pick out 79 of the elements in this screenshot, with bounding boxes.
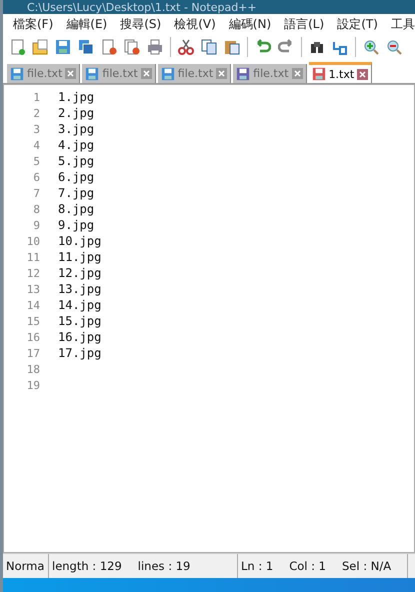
line-number: 14 <box>26 298 41 312</box>
file-tab[interactable]: 1.txt <box>308 62 372 83</box>
code-line: 16.jpg <box>58 330 102 344</box>
line-number: 5 <box>32 154 41 168</box>
zoom-in-icon[interactable] <box>363 39 379 55</box>
code-line: 17.jpg <box>58 346 102 360</box>
line-number: 19 <box>26 378 41 392</box>
code-line: 5.jpg <box>58 154 94 168</box>
doc-type-text: Norma <box>6 559 44 573</box>
line-number: 18 <box>26 362 41 376</box>
folder-icon[interactable] <box>32 39 48 55</box>
menu-item[interactable]: 編碼(N) <box>228 16 272 32</box>
code-line: 14.jpg <box>58 298 102 312</box>
line-number: 17 <box>26 346 41 360</box>
code-line: 1.jpg <box>58 90 94 104</box>
menu-item[interactable]: 編輯(E) <box>66 16 108 32</box>
length-text: length : 129 <box>52 559 122 573</box>
line-number: 2 <box>32 106 41 120</box>
zoom-out-icon[interactable] <box>386 39 402 55</box>
menu-item[interactable]: 搜尋(S) <box>120 16 162 32</box>
close-icon[interactable] <box>140 68 152 79</box>
selection-text: Sel : N/A <box>342 559 392 573</box>
code-line: 10.jpg <box>58 234 102 248</box>
line-number: 9 <box>32 218 41 232</box>
line-number: 6 <box>32 170 41 184</box>
close-icon[interactable] <box>65 68 76 79</box>
code-line: 3.jpg <box>58 122 94 136</box>
code-line: 9.jpg <box>58 218 94 232</box>
copy-icon[interactable] <box>201 39 217 55</box>
code-line: 6.jpg <box>58 170 94 184</box>
code-line: 2.jpg <box>58 106 94 120</box>
scissors-icon[interactable] <box>178 39 194 55</box>
line-number: 10 <box>26 234 41 248</box>
code-line: 11.jpg <box>58 250 102 264</box>
code-line: 13.jpg <box>58 282 102 296</box>
save-all-icon[interactable] <box>78 39 94 55</box>
lines-text: lines : 19 <box>138 559 190 573</box>
code-line: 12.jpg <box>58 266 102 280</box>
code-line: 15.jpg <box>58 314 102 328</box>
redo-icon[interactable] <box>278 39 294 55</box>
line-number: 8 <box>32 202 41 216</box>
menu-item[interactable]: 工具 <box>390 16 415 32</box>
line-number: 15 <box>26 314 41 328</box>
new-file-icon[interactable] <box>9 39 25 55</box>
line-number: 11 <box>26 250 41 264</box>
column-text: Col : 1 <box>289 559 326 573</box>
close-icon[interactable] <box>357 68 368 80</box>
menu-item[interactable]: 語言(L) <box>284 16 324 32</box>
window-title: C:\Users\Lucy\Desktop\1.txt - Notepad++ <box>27 2 257 14</box>
code-line: 4.jpg <box>58 138 94 152</box>
line-number: 12 <box>26 266 41 280</box>
tab-label: 1.txt <box>328 68 354 80</box>
line-number: 16 <box>26 330 41 344</box>
tab-label: file.txt <box>253 67 289 80</box>
line-number: 7 <box>32 186 41 200</box>
menu-item[interactable]: 設定(T) <box>337 16 378 32</box>
line-number: 1 <box>32 90 41 104</box>
tab-label: file.txt <box>102 67 138 80</box>
printer-icon[interactable] <box>147 39 163 55</box>
close-all-icon[interactable] <box>124 39 140 55</box>
save-icon[interactable] <box>55 39 71 55</box>
menu-item[interactable]: 檢視(V) <box>174 16 216 32</box>
undo-icon[interactable] <box>255 39 271 55</box>
tab-label: file.txt <box>178 67 214 80</box>
paste-icon[interactable] <box>224 39 240 55</box>
close-file-icon[interactable] <box>101 39 117 55</box>
close-icon[interactable] <box>292 68 303 79</box>
menu-item[interactable]: 檔案(F) <box>13 16 54 32</box>
text-editor[interactable]: 1 1.jpg 2 2.jpg 3 3.jpg 4 4.jpg 5 5.jpg 6 6.jpg 7 7.jpg 8 8.jpg 9 9.jpg 10 10.jpg 11 11.jpg 12 12.jpg 13 13.jpg 14 14.jpg 15 15.jpg 16 16.jpg 17 17.jpg 18 19 <box>3 84 415 553</box>
code-line: 8.jpg <box>58 202 94 216</box>
binoculars-icon[interactable] <box>309 39 325 55</box>
code-line: 7.jpg <box>58 186 94 200</box>
line-number: 3 <box>32 122 41 136</box>
close-icon[interactable] <box>216 68 228 79</box>
line-position-text: Ln : 1 <box>241 559 274 573</box>
tab-label: file.txt <box>27 67 62 80</box>
line-number: 13 <box>26 282 41 296</box>
replace-icon[interactable] <box>332 39 348 55</box>
line-number: 4 <box>32 138 41 152</box>
